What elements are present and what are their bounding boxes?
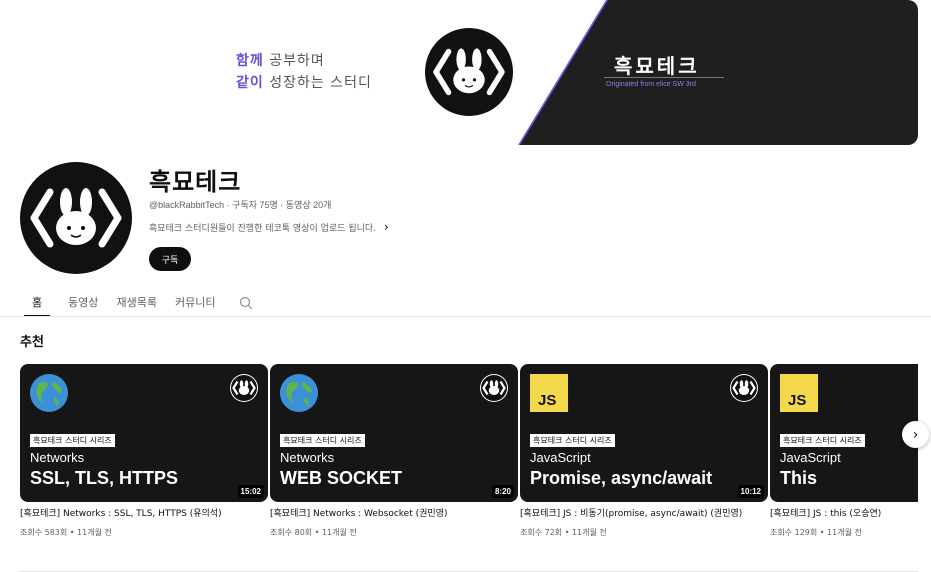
video-meta: 조회수 583회 • 11개월 전 xyxy=(20,528,112,537)
thumbnail-headline: SSL, TLS, HTTPS xyxy=(30,468,179,488)
duration-badge: 15:02 xyxy=(237,485,264,498)
series-tag: 흑묘테크 스터디 시리즈 xyxy=(280,434,365,447)
thumbnail-headline: Promise, async/await xyxy=(530,468,713,488)
series-tag: 흑묘테크 스터디 시리즈 xyxy=(530,434,615,447)
js-icon: JS xyxy=(780,374,818,412)
tagline-text-1: 공부하며 xyxy=(263,53,325,69)
video-title[interactable]: [흑묘테크] JS : 비동기(promise, async/await) (권… xyxy=(520,508,768,521)
video-thumbnail[interactable]: JS 흑묘테크 스터디 시리즈 JavaScript Promise, asyn… xyxy=(520,364,768,502)
tab-home[interactable]: 홈 xyxy=(23,287,51,317)
thumbnail-topic: Networks xyxy=(30,450,85,465)
rabbit-code-logo-icon xyxy=(480,374,508,402)
chevron-right-icon: › xyxy=(912,426,919,443)
video-meta: 조회수 72회 • 11개월 전 xyxy=(520,528,607,537)
channel-avatar[interactable] xyxy=(20,162,132,274)
channel-description[interactable]: 흑묘테크 스터디원들이 진행한 테코톡 영상이 업로드 됩니다. › xyxy=(149,220,389,234)
tab-community[interactable]: 커뮤니티 xyxy=(175,287,215,317)
rabbit-code-logo-icon xyxy=(730,374,758,402)
banner-tagline: 함께 공부하며 같이 성장하는 스터디 xyxy=(236,50,372,94)
banner-title: 흑묘테크 xyxy=(614,54,700,78)
tagline-accent-1: 함께 xyxy=(236,53,264,69)
series-tag: 흑묘테크 스터디 시리즈 xyxy=(780,434,865,447)
globe-icon xyxy=(280,374,318,412)
section-title: 추천 xyxy=(20,335,44,350)
video-thumbnail[interactable]: 흑묘테크 스터디 시리즈 Networks WEB SOCKET 8:20 xyxy=(270,364,518,502)
video-title[interactable]: [흑묘테크] Networks : SSL, TLS, HTTPS (유의석) xyxy=(20,508,268,521)
duration-badge: 8:20 xyxy=(491,485,514,498)
video-title[interactable]: [흑묘테크] JS : this (오승연) xyxy=(770,508,918,521)
video-card[interactable]: 흑묘테크 스터디 시리즈 Networks SSL, TLS, HTTPS 15… xyxy=(20,364,268,538)
video-meta: 조회수 80회 • 11개월 전 xyxy=(270,528,357,537)
banner-rabbit-logo xyxy=(425,28,513,116)
video-thumbnail[interactable]: JS 흑묘테크 스터디 시리즈 JavaScript This xyxy=(770,364,918,502)
rabbit-code-logo-icon xyxy=(433,48,505,96)
js-icon-label: JS xyxy=(788,392,807,409)
video-card[interactable]: JS 흑묘테크 스터디 시리즈 JavaScript This [흑묘테크] J… xyxy=(770,364,918,538)
video-card[interactable]: 흑묘테크 스터디 시리즈 Networks WEB SOCKET 8:20 [흑… xyxy=(270,364,518,538)
tabs-divider xyxy=(0,316,931,317)
search-icon[interactable] xyxy=(239,295,253,310)
js-icon: JS xyxy=(530,374,568,412)
banner-dark-panel xyxy=(520,0,918,145)
rabbit-code-logo-icon xyxy=(230,374,258,402)
js-icon-label: JS xyxy=(538,392,557,409)
channel-name: 흑묘테크 xyxy=(149,168,242,196)
thumbnail-topic: Networks xyxy=(280,450,335,465)
tagline-accent-2: 같이 xyxy=(236,75,264,91)
video-card[interactable]: JS 흑묘테크 스터디 시리즈 JavaScript Promise, asyn… xyxy=(520,364,768,538)
channel-banner: 함께 공부하며 같이 성장하는 스터디 흑묘테크 Originated from… xyxy=(0,0,918,145)
tab-playlists[interactable]: 재생목록 xyxy=(117,287,157,317)
video-title[interactable]: [흑묘테크] Networks : Websocket (권민영) xyxy=(270,508,518,521)
subscribe-button[interactable]: 구독 xyxy=(149,247,191,271)
banner-divider xyxy=(604,77,724,78)
thumbnail-headline: WEB SOCKET xyxy=(280,468,403,488)
thumbnail-topic: JavaScript xyxy=(780,450,841,465)
rabbit-code-logo-icon xyxy=(30,188,122,248)
series-tag: 흑묘테크 스터디 시리즈 xyxy=(30,434,115,447)
banner-subtitle: Originated from elice SW 3rd xyxy=(606,81,696,88)
tagline-text-2: 성장하는 스터디 xyxy=(263,75,372,91)
duration-badge: 10:12 xyxy=(737,485,764,498)
channel-tabs: 홈 동영상 재생목록 커뮤니티 xyxy=(20,287,253,317)
video-meta: 조회수 129회 • 11개월 전 xyxy=(770,528,862,537)
carousel-next-button[interactable]: › xyxy=(902,421,929,448)
thumbnail-topic: JavaScript xyxy=(530,450,591,465)
channel-description-text: 흑묘테크 스터디원들이 진행한 테코톡 영상이 업로드 됩니다. xyxy=(149,223,377,234)
video-thumbnail[interactable]: 흑묘테크 스터디 시리즈 Networks SSL, TLS, HTTPS 15… xyxy=(20,364,268,502)
tab-videos[interactable]: 동영상 xyxy=(68,287,98,317)
channel-meta: @blackRabbitTech · 구독자 75명 · 동영상 20개 xyxy=(149,200,332,210)
globe-icon xyxy=(30,374,68,412)
chevron-right-icon: › xyxy=(384,220,389,234)
thumbnail-headline: This xyxy=(780,468,818,488)
